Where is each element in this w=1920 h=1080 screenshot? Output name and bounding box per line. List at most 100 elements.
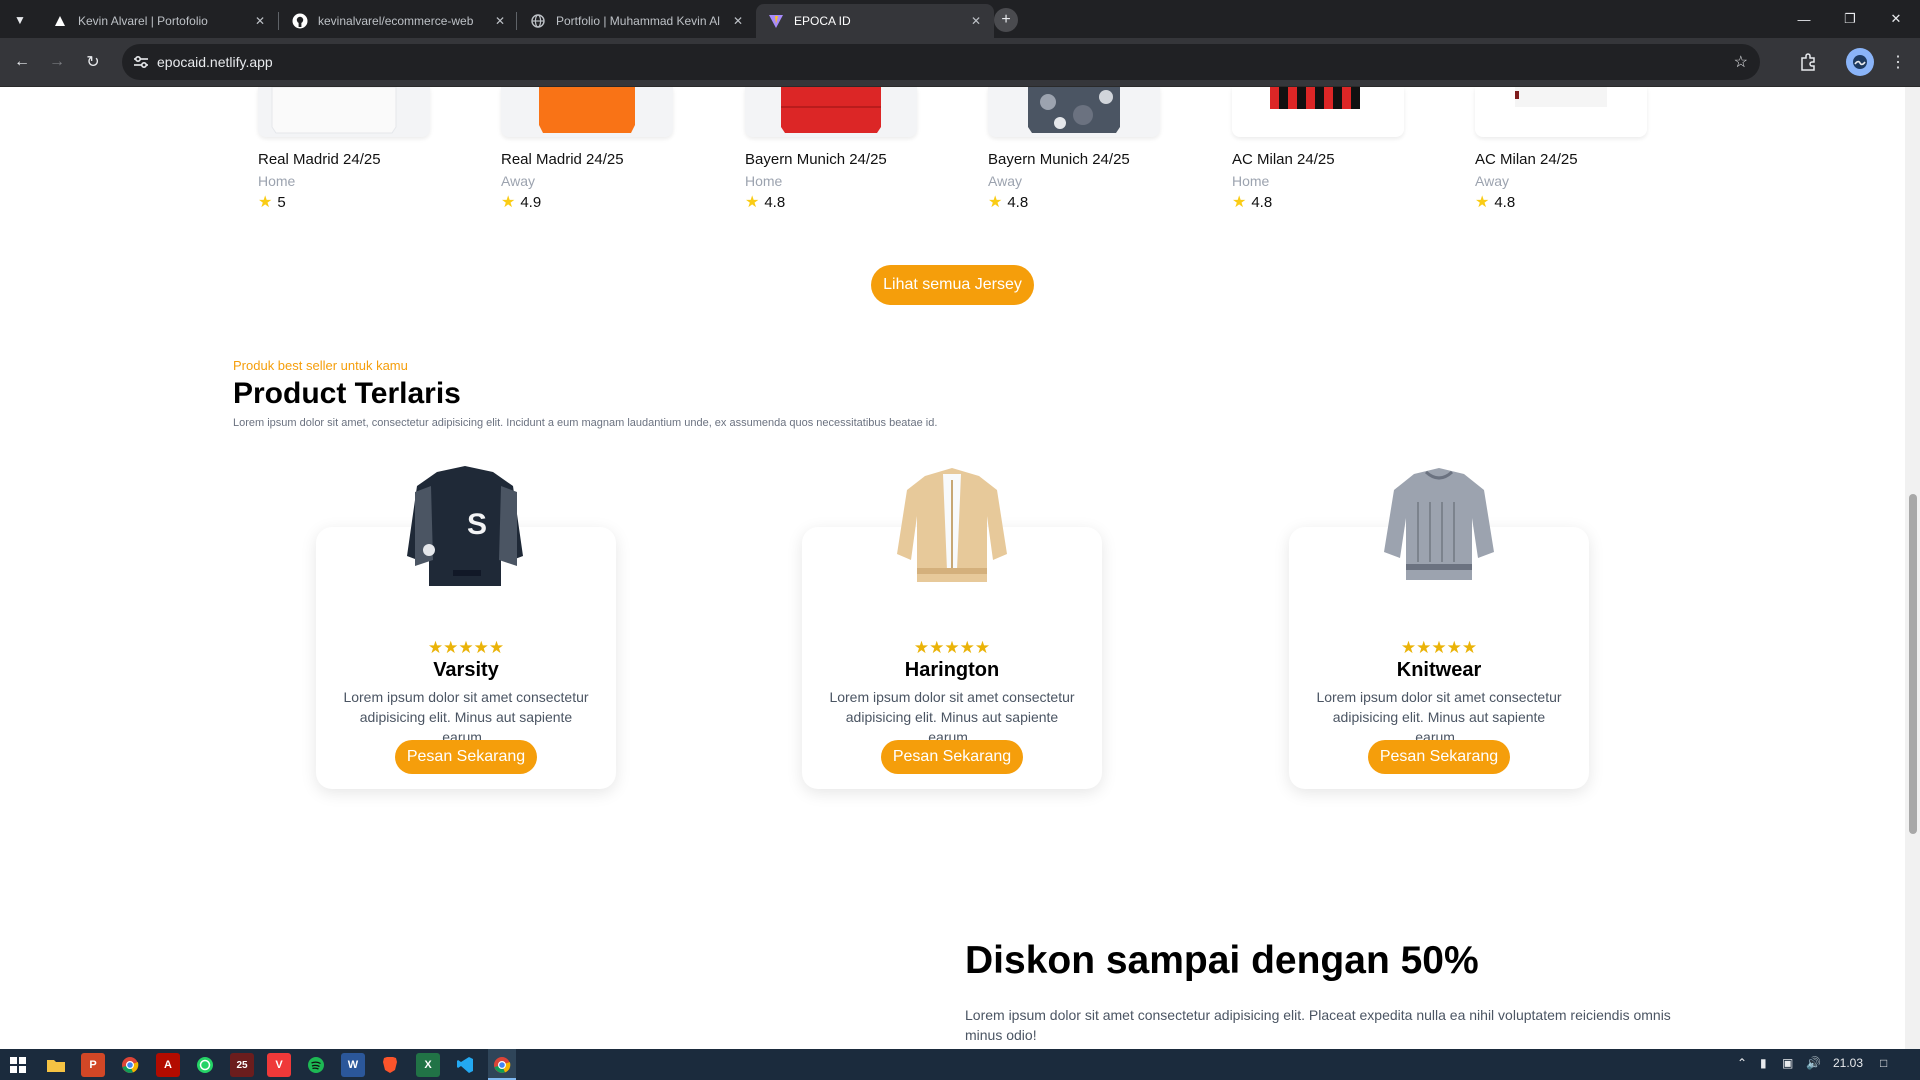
jersey-name: AC Milan 24/25 [1232,151,1335,168]
close-tab-icon[interactable]: ✕ [252,13,268,29]
file-explorer-icon[interactable] [44,1053,68,1077]
restore-icon[interactable]: ❐ [1827,0,1873,38]
tab-portfolio-muhammad[interactable]: Portfolio | Muhammad Kevin Al ✕ [518,4,756,38]
brave-icon[interactable] [378,1053,402,1077]
jersey-rating: ★ 5 [258,194,433,211]
product-name: Knitwear [1396,659,1482,681]
reload-icon[interactable]: ↻ [81,50,105,74]
windows-start-icon[interactable] [6,1053,30,1077]
address-bar[interactable]: epocaid.netlify.app ☆ [122,44,1760,80]
page-viewport: Real Madrid 24/25 Home ★ 5 Real Madrid 24… [0,87,1905,1049]
close-window-icon[interactable]: ✕ [1873,0,1919,38]
jersey-card[interactable]: Real Madrid 24/25 Home ★ 5 [258,87,433,211]
see-all-jerseys-button[interactable]: Lihat semua Jersey [871,265,1034,305]
jersey-card[interactable]: Bayern Munich 24/25 Home ★ 4.8 [745,87,920,211]
product-description: Lorem ipsum dolor sit amet consectetur a… [829,689,1075,745]
order-now-button[interactable]: Pesan Sekarang [1368,740,1510,774]
volume-icon[interactable]: 🔊 [1806,1056,1821,1070]
harington-jacket-image [882,457,1022,597]
minimize-icon[interactable]: — [1781,0,1827,38]
svg-text:S: S [467,508,487,541]
tab-title: Portfolio | Muhammad Kevin Al [556,14,720,28]
acrobat-icon[interactable]: A [156,1053,180,1077]
jersey-image [1475,87,1647,137]
excel-icon[interactable]: X [416,1053,440,1077]
vivaldi-icon[interactable]: V [267,1053,291,1077]
tab-epoca-id[interactable]: EPOCA ID ✕ [756,4,994,38]
forward-icon[interactable]: → [45,50,69,74]
notifications-icon[interactable]: □ [1880,1056,1887,1070]
jersey-name: Bayern Munich 24/25 [988,151,1130,168]
back-icon[interactable]: ← [10,50,34,74]
show-hidden-icons-icon[interactable]: ⌃ [1737,1056,1747,1070]
star-icon: ★ [1475,193,1490,211]
close-tab-icon[interactable]: ✕ [492,13,508,29]
whatsapp-icon[interactable] [193,1053,217,1077]
jersey-name: Bayern Munich 24/25 [745,151,887,168]
battery-icon[interactable]: ▮ [1760,1056,1767,1070]
jersey-rating: ★ 4.8 [988,194,1163,211]
product-description: Lorem ipsum dolor sit amet consectetur a… [343,689,589,745]
bookmark-star-icon[interactable]: ☆ [1734,52,1748,72]
25-app-icon[interactable]: 25 [230,1053,254,1077]
knitwear-sweater-image [1369,457,1509,597]
order-now-button[interactable]: Pesan Sekarang [881,740,1023,774]
tab-search-menu-icon[interactable]: ▼ [7,9,33,31]
jersey-card[interactable]: AC Milan 24/25 Home ★ 4.8 [1232,87,1407,211]
star-icon: ★ [745,193,760,211]
spotify-icon[interactable] [304,1053,328,1077]
clock[interactable]: 21.03 [1833,1056,1863,1070]
rating-value: 4.8 [1251,194,1273,211]
rating-value: 4.8 [1007,194,1029,211]
rating-stars: ★★★★★ [913,638,991,657]
jersey-card[interactable]: Bayern Munich 24/25 Away ★ 4.8 [988,87,1163,211]
tab-divider [516,12,517,30]
scrollbar-thumb[interactable] [1909,494,1917,834]
url-text: epocaid.netlify.app [157,54,273,70]
promo-title: Diskon sampai dengan 50% [965,939,1479,982]
close-tab-icon[interactable]: ✕ [968,13,984,29]
jersey-card[interactable]: Real Madrid 24/25 Away ★ 4.9 [501,87,676,211]
tab-github[interactable]: kevinalvarel/ecommerce-web ✕ [280,4,518,38]
powerpoint-icon[interactable]: P [81,1053,105,1077]
product-name: Harington [904,659,1000,681]
jersey-rating: ★ 4.8 [745,194,920,211]
section-kicker: Produk best seller untuk kamu [233,358,408,373]
star-icon: ★ [988,193,1003,211]
jersey-rating: ★ 4.8 [1232,194,1407,211]
tab-title: EPOCA ID [794,14,851,28]
chrome-icon[interactable] [118,1053,142,1077]
tab-strip: ▼ Kevin Alvarel | Portofolio ✕ kevinalva… [0,0,1920,38]
product-description: Lorem ipsum dolor sit amet consectetur a… [1316,689,1562,745]
tab-title: Kevin Alvarel | Portofolio [78,14,208,28]
profile-avatar[interactable] [1846,48,1874,76]
product-card-varsity: S ★★★★★ Varsity Lorem ipsum dolor sit am… [316,466,616,789]
jersey-image [501,87,673,137]
browser-toolbar: ← → ↻ epocaid.netlify.app ☆ ⋮ [0,38,1920,87]
page-scrollbar[interactable] [1905,87,1920,1049]
jersey-name: Real Madrid 24/25 [258,151,381,168]
jersey-image [258,87,430,137]
close-tab-icon[interactable]: ✕ [730,13,746,29]
tab-divider [278,12,279,30]
chrome-active-icon[interactable] [490,1053,514,1077]
jersey-variant: Home [1232,173,1270,189]
triangle-logo-icon [52,13,68,29]
extensions-icon[interactable] [1796,50,1820,74]
promo-text: Lorem ipsum dolor sit amet consectetur a… [965,1007,1671,1043]
order-now-button[interactable]: Pesan Sekarang [395,740,537,774]
rating-value: 4.9 [520,194,542,211]
jersey-name: Real Madrid 24/25 [501,151,624,168]
jersey-card[interactable]: AC Milan 24/25 Away ★ 4.8 [1475,87,1650,211]
network-icon[interactable]: ▣ [1782,1056,1793,1070]
site-settings-icon[interactable] [132,53,150,71]
product-card-harington: ★★★★★ Harington Lorem ipsum dolor sit am… [802,468,1102,789]
kebab-menu-icon[interactable]: ⋮ [1886,50,1910,74]
rating-value: 5 [277,194,286,211]
vscode-icon[interactable] [453,1053,477,1077]
word-icon[interactable]: W [341,1053,365,1077]
tab-title: kevinalvarel/ecommerce-web [318,14,474,28]
tab-kevin-portofolio[interactable]: Kevin Alvarel | Portofolio ✕ [40,4,278,38]
new-tab-button[interactable]: + [994,8,1018,32]
jersey-name: AC Milan 24/25 [1475,151,1578,168]
